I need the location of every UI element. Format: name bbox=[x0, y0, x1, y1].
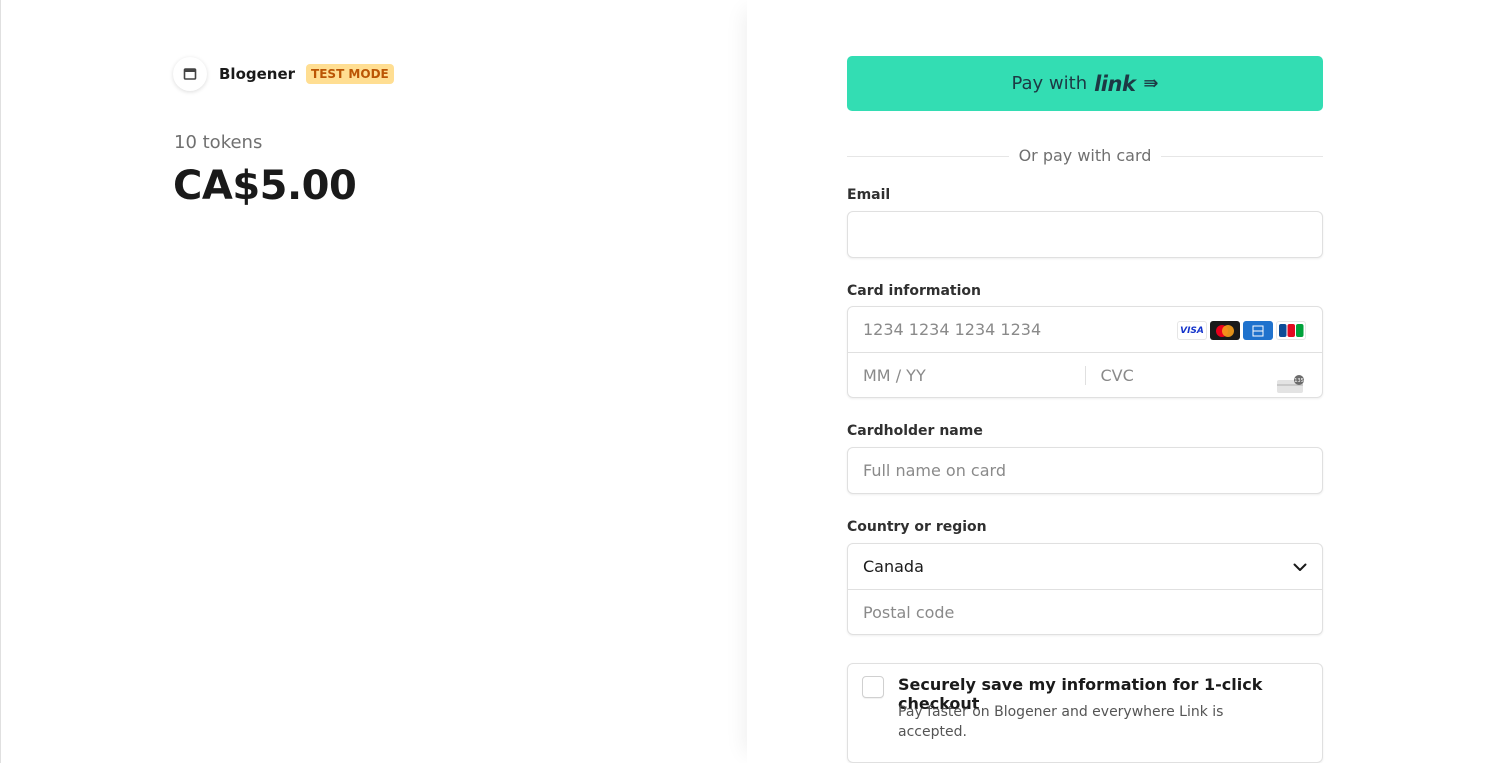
order-summary-pane: Blogener TEST MODE 10 tokens CA$5.00 bbox=[1, 0, 747, 763]
cvc-placeholder: CVC bbox=[1100, 365, 1134, 385]
svg-text:135: 135 bbox=[1294, 378, 1304, 384]
amex-icon bbox=[1243, 321, 1273, 340]
expiry-placeholder: MM / YY bbox=[863, 365, 926, 385]
pay-with-link-button[interactable]: Pay with link ⇛ bbox=[847, 56, 1323, 111]
cvc-card-icon: 135 bbox=[1276, 374, 1306, 398]
visa-icon: VISA bbox=[1177, 321, 1207, 340]
divider-line-right bbox=[1161, 156, 1323, 157]
country-label: Country or region bbox=[847, 519, 987, 535]
arrow-right-icon: ⇛ bbox=[1143, 73, 1159, 94]
test-mode-badge: TEST MODE bbox=[306, 64, 394, 84]
postal-code-placeholder: Postal code bbox=[863, 602, 955, 622]
card-brands: VISA bbox=[1177, 321, 1306, 340]
merchant-name[interactable]: Blogener bbox=[219, 65, 295, 83]
chevron-down-icon bbox=[1293, 557, 1307, 576]
expiry-field[interactable]: MM / YY bbox=[848, 366, 1085, 385]
country-select[interactable]: Canada bbox=[848, 544, 1322, 589]
cvc-field[interactable]: CVC 135 bbox=[1084, 365, 1323, 393]
payment-form: Pay with link ⇛ Or pay with card Email C… bbox=[847, 56, 1323, 763]
payment-pane: Pay with link ⇛ Or pay with card Email C… bbox=[747, 0, 1485, 763]
card-number-field[interactable]: 1234 1234 1234 1234 VISA bbox=[848, 307, 1322, 352]
cardholder-name-label: Cardholder name bbox=[847, 423, 983, 439]
link-logo: link bbox=[1094, 71, 1136, 96]
email-label: Email bbox=[847, 187, 891, 203]
card-number-placeholder: 1234 1234 1234 1234 bbox=[863, 320, 1042, 339]
storefront-icon bbox=[173, 57, 207, 91]
save-info-box: Securely save my information for 1-click… bbox=[847, 663, 1323, 763]
country-postal-group: Canada Postal code bbox=[847, 543, 1323, 635]
email-field[interactable] bbox=[847, 211, 1323, 258]
product-price: CA$5.00 bbox=[173, 163, 357, 209]
country-selected-value: Canada bbox=[863, 557, 924, 576]
card-information-group: 1234 1234 1234 1234 VISA MM / YY CVC 135 bbox=[847, 306, 1323, 398]
save-info-checkbox[interactable] bbox=[862, 676, 884, 698]
save-info-description: Pay faster on Blogener and everywhere Li… bbox=[898, 704, 1224, 740]
cardholder-name-field[interactable] bbox=[847, 447, 1323, 494]
or-divider: Or pay with card bbox=[847, 146, 1323, 166]
product-name: 10 tokens bbox=[174, 132, 263, 153]
merchant-header: Blogener TEST MODE bbox=[173, 57, 394, 91]
jcb-icon bbox=[1276, 321, 1306, 340]
postal-code-field[interactable]: Postal code bbox=[848, 589, 1322, 634]
expiry-cvc-row: MM / YY CVC 135 bbox=[848, 352, 1322, 397]
pay-with-label: Pay with bbox=[1011, 73, 1088, 94]
mastercard-icon bbox=[1210, 321, 1240, 340]
card-information-label: Card information bbox=[847, 283, 982, 299]
